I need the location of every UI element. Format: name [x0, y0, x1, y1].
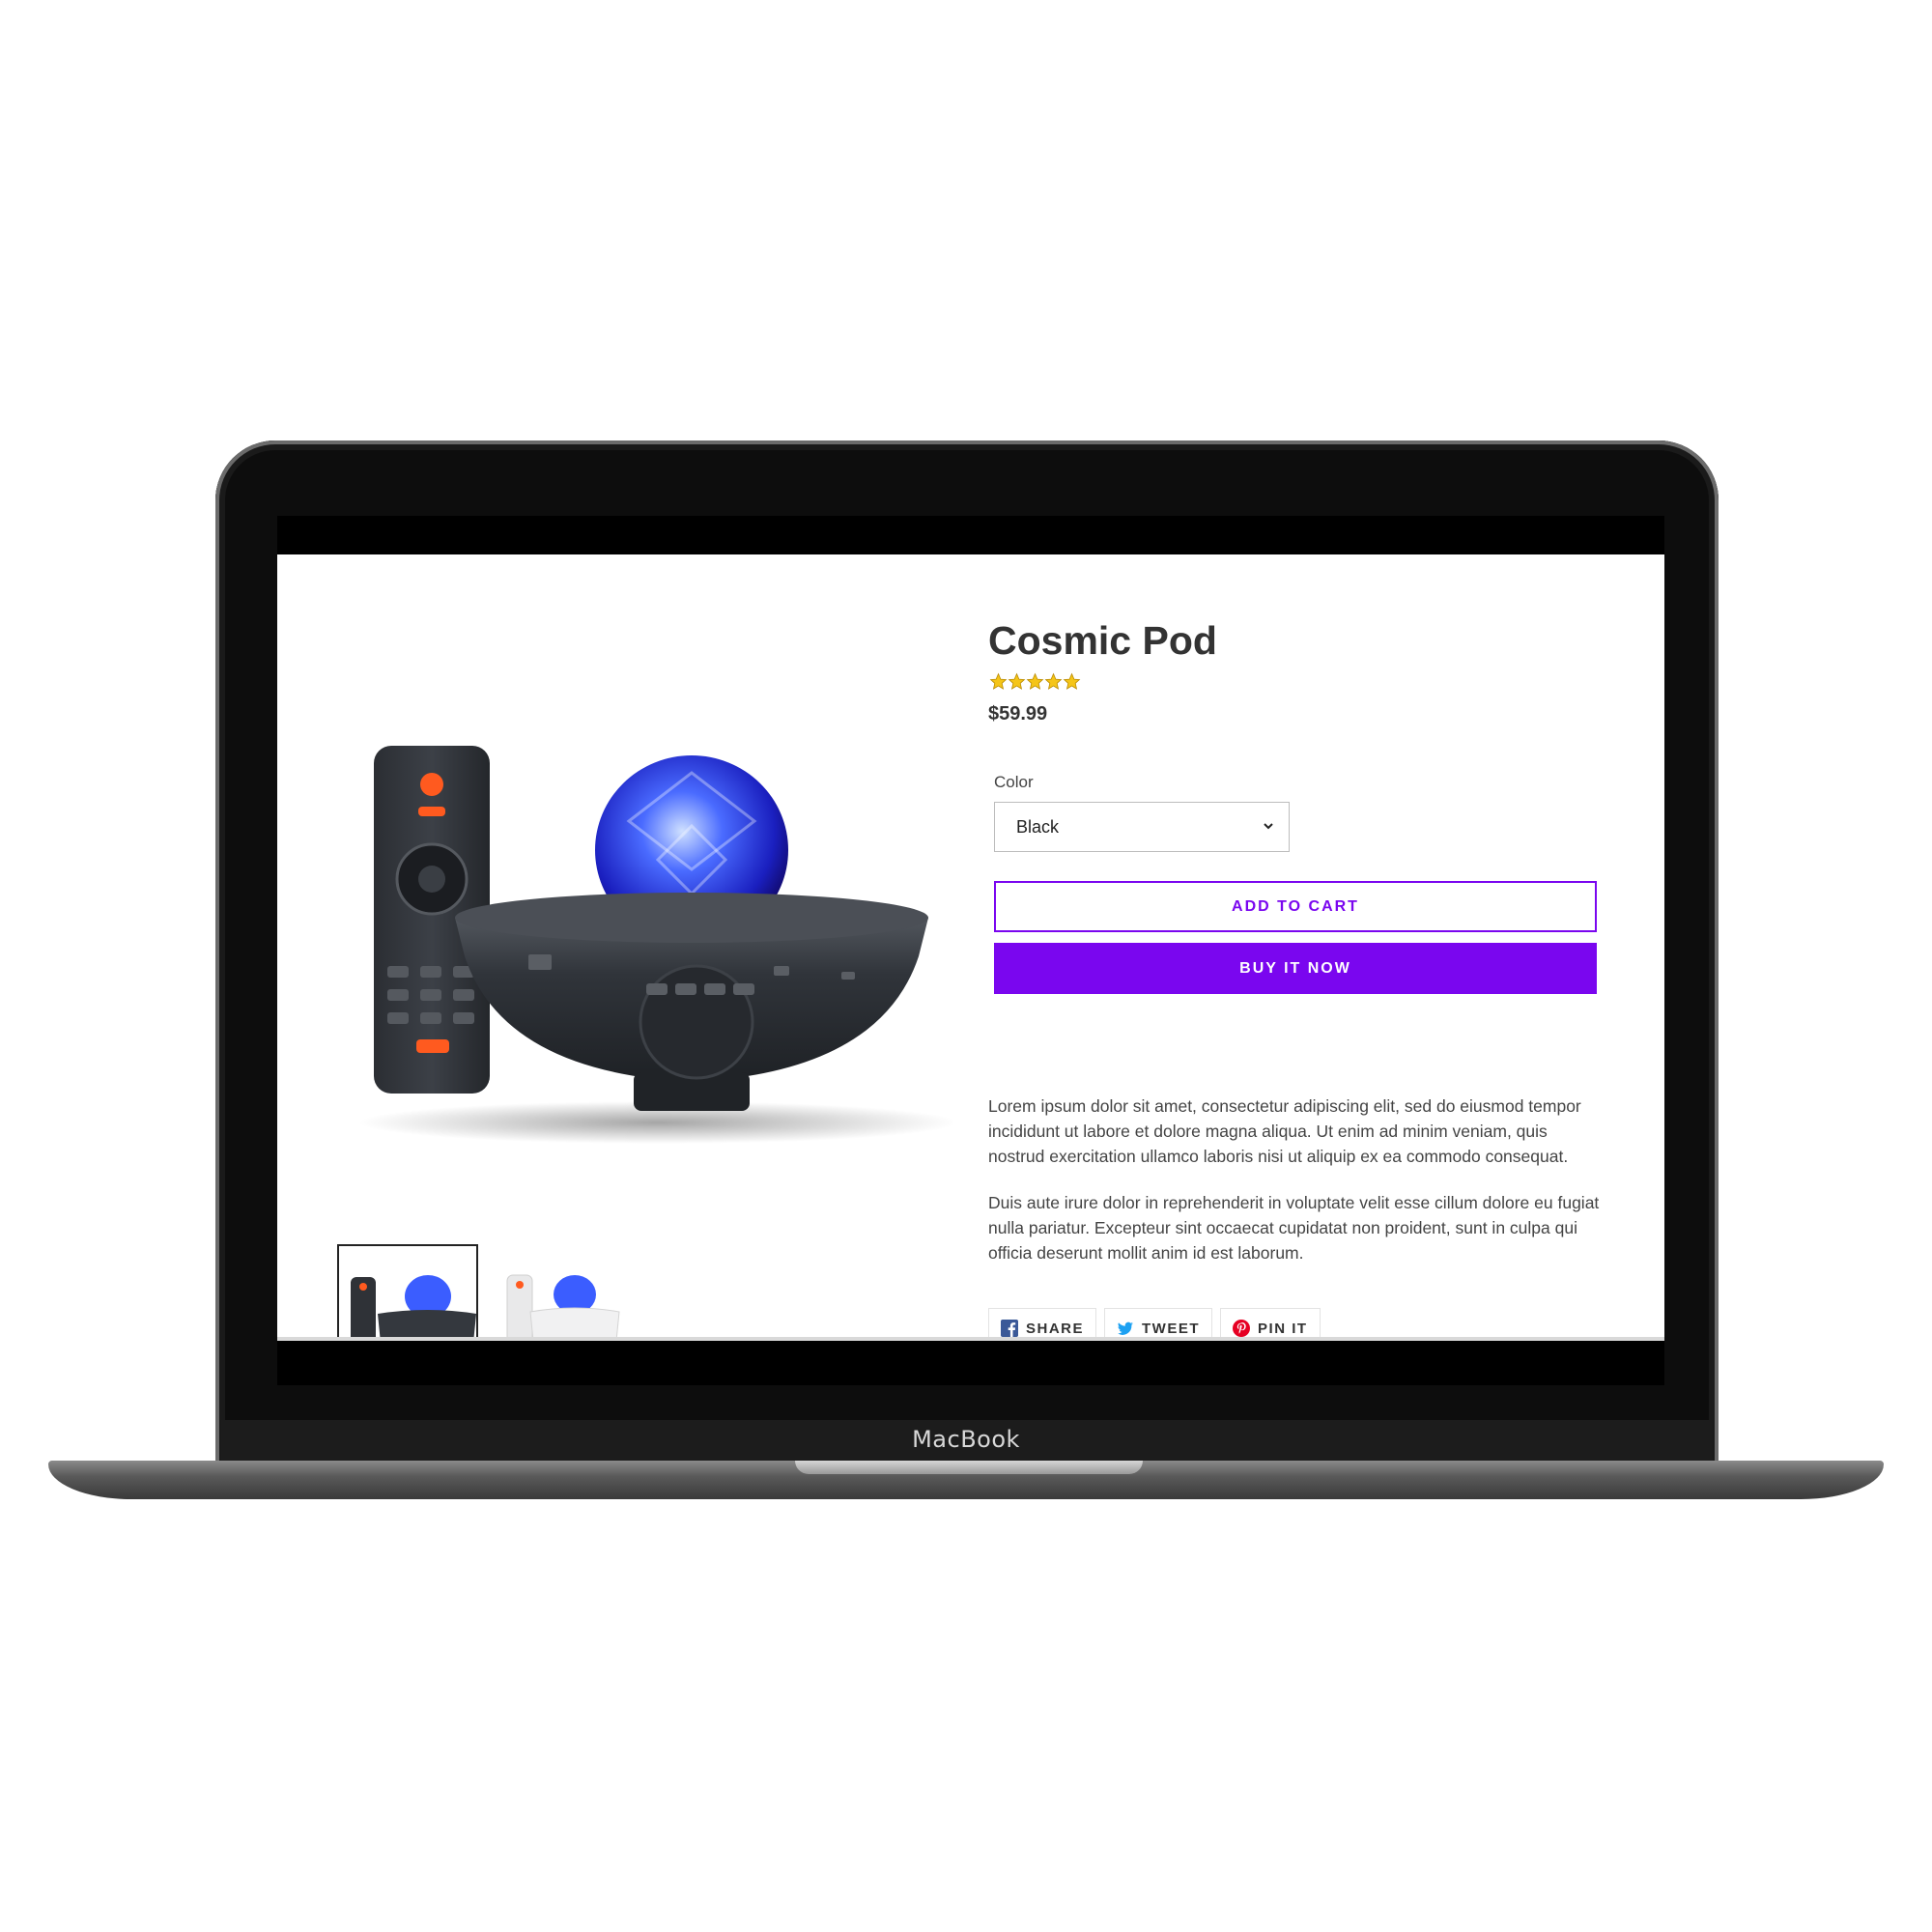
laptop-base-notch [795, 1461, 1143, 1474]
thumbnail-white[interactable] [496, 1244, 637, 1339]
twitter-icon [1118, 1321, 1134, 1335]
product-price: $59.99 [988, 703, 1048, 724]
color-select-value: Black [1016, 816, 1060, 837]
thumbnail-black[interactable] [337, 1244, 478, 1339]
share-pinterest-label: PIN IT [1258, 1320, 1308, 1337]
share-twitter-label: TWEET [1142, 1320, 1201, 1337]
thumbnail-strip [337, 1244, 646, 1339]
star-icon [1008, 672, 1026, 690]
color-label: Color [994, 773, 1034, 791]
facebook-icon [1001, 1320, 1018, 1337]
product-page: Cosmic Pod $59.99 Color Black ADD TO CAR… [277, 554, 1664, 1339]
social-share-row: SHARE TWEET PIN IT [988, 1308, 1321, 1339]
description-paragraph: Duis aute irure dolor in reprehenderit i… [988, 1193, 1600, 1263]
buy-it-now-button[interactable]: BUY IT NOW [994, 943, 1597, 994]
share-pinterest-button[interactable]: PIN IT [1220, 1308, 1321, 1339]
device-brand-label: MacBook [912, 1426, 1020, 1453]
product-description: Lorem ipsum dolor sit amet, consectetur … [988, 1094, 1606, 1287]
add-to-cart-button[interactable]: ADD TO CART [994, 881, 1597, 932]
rating-stars [989, 672, 1081, 691]
star-icon [989, 672, 1008, 690]
description-paragraph: Lorem ipsum dolor sit amet, consectetur … [988, 1096, 1581, 1166]
pinterest-icon [1233, 1320, 1251, 1337]
star-icon [1026, 672, 1044, 690]
page-bottom-edge [277, 1337, 1664, 1341]
product-info: Cosmic Pod $59.99 Color Black ADD TO CAR… [988, 554, 1606, 1339]
laptop-screen: Cosmic Pod $59.99 Color Black ADD TO CAR… [277, 516, 1664, 1385]
share-twitter-button[interactable]: TWEET [1104, 1308, 1213, 1339]
product-title: Cosmic Pod [988, 618, 1217, 663]
share-facebook-label: SHARE [1026, 1320, 1085, 1337]
star-icon [1044, 672, 1063, 690]
share-facebook-button[interactable]: SHARE [988, 1308, 1097, 1339]
product-main-image[interactable] [339, 618, 957, 1159]
chevron-down-icon [1264, 823, 1273, 830]
star-icon [1063, 672, 1081, 690]
color-select[interactable]: Black [994, 802, 1290, 852]
